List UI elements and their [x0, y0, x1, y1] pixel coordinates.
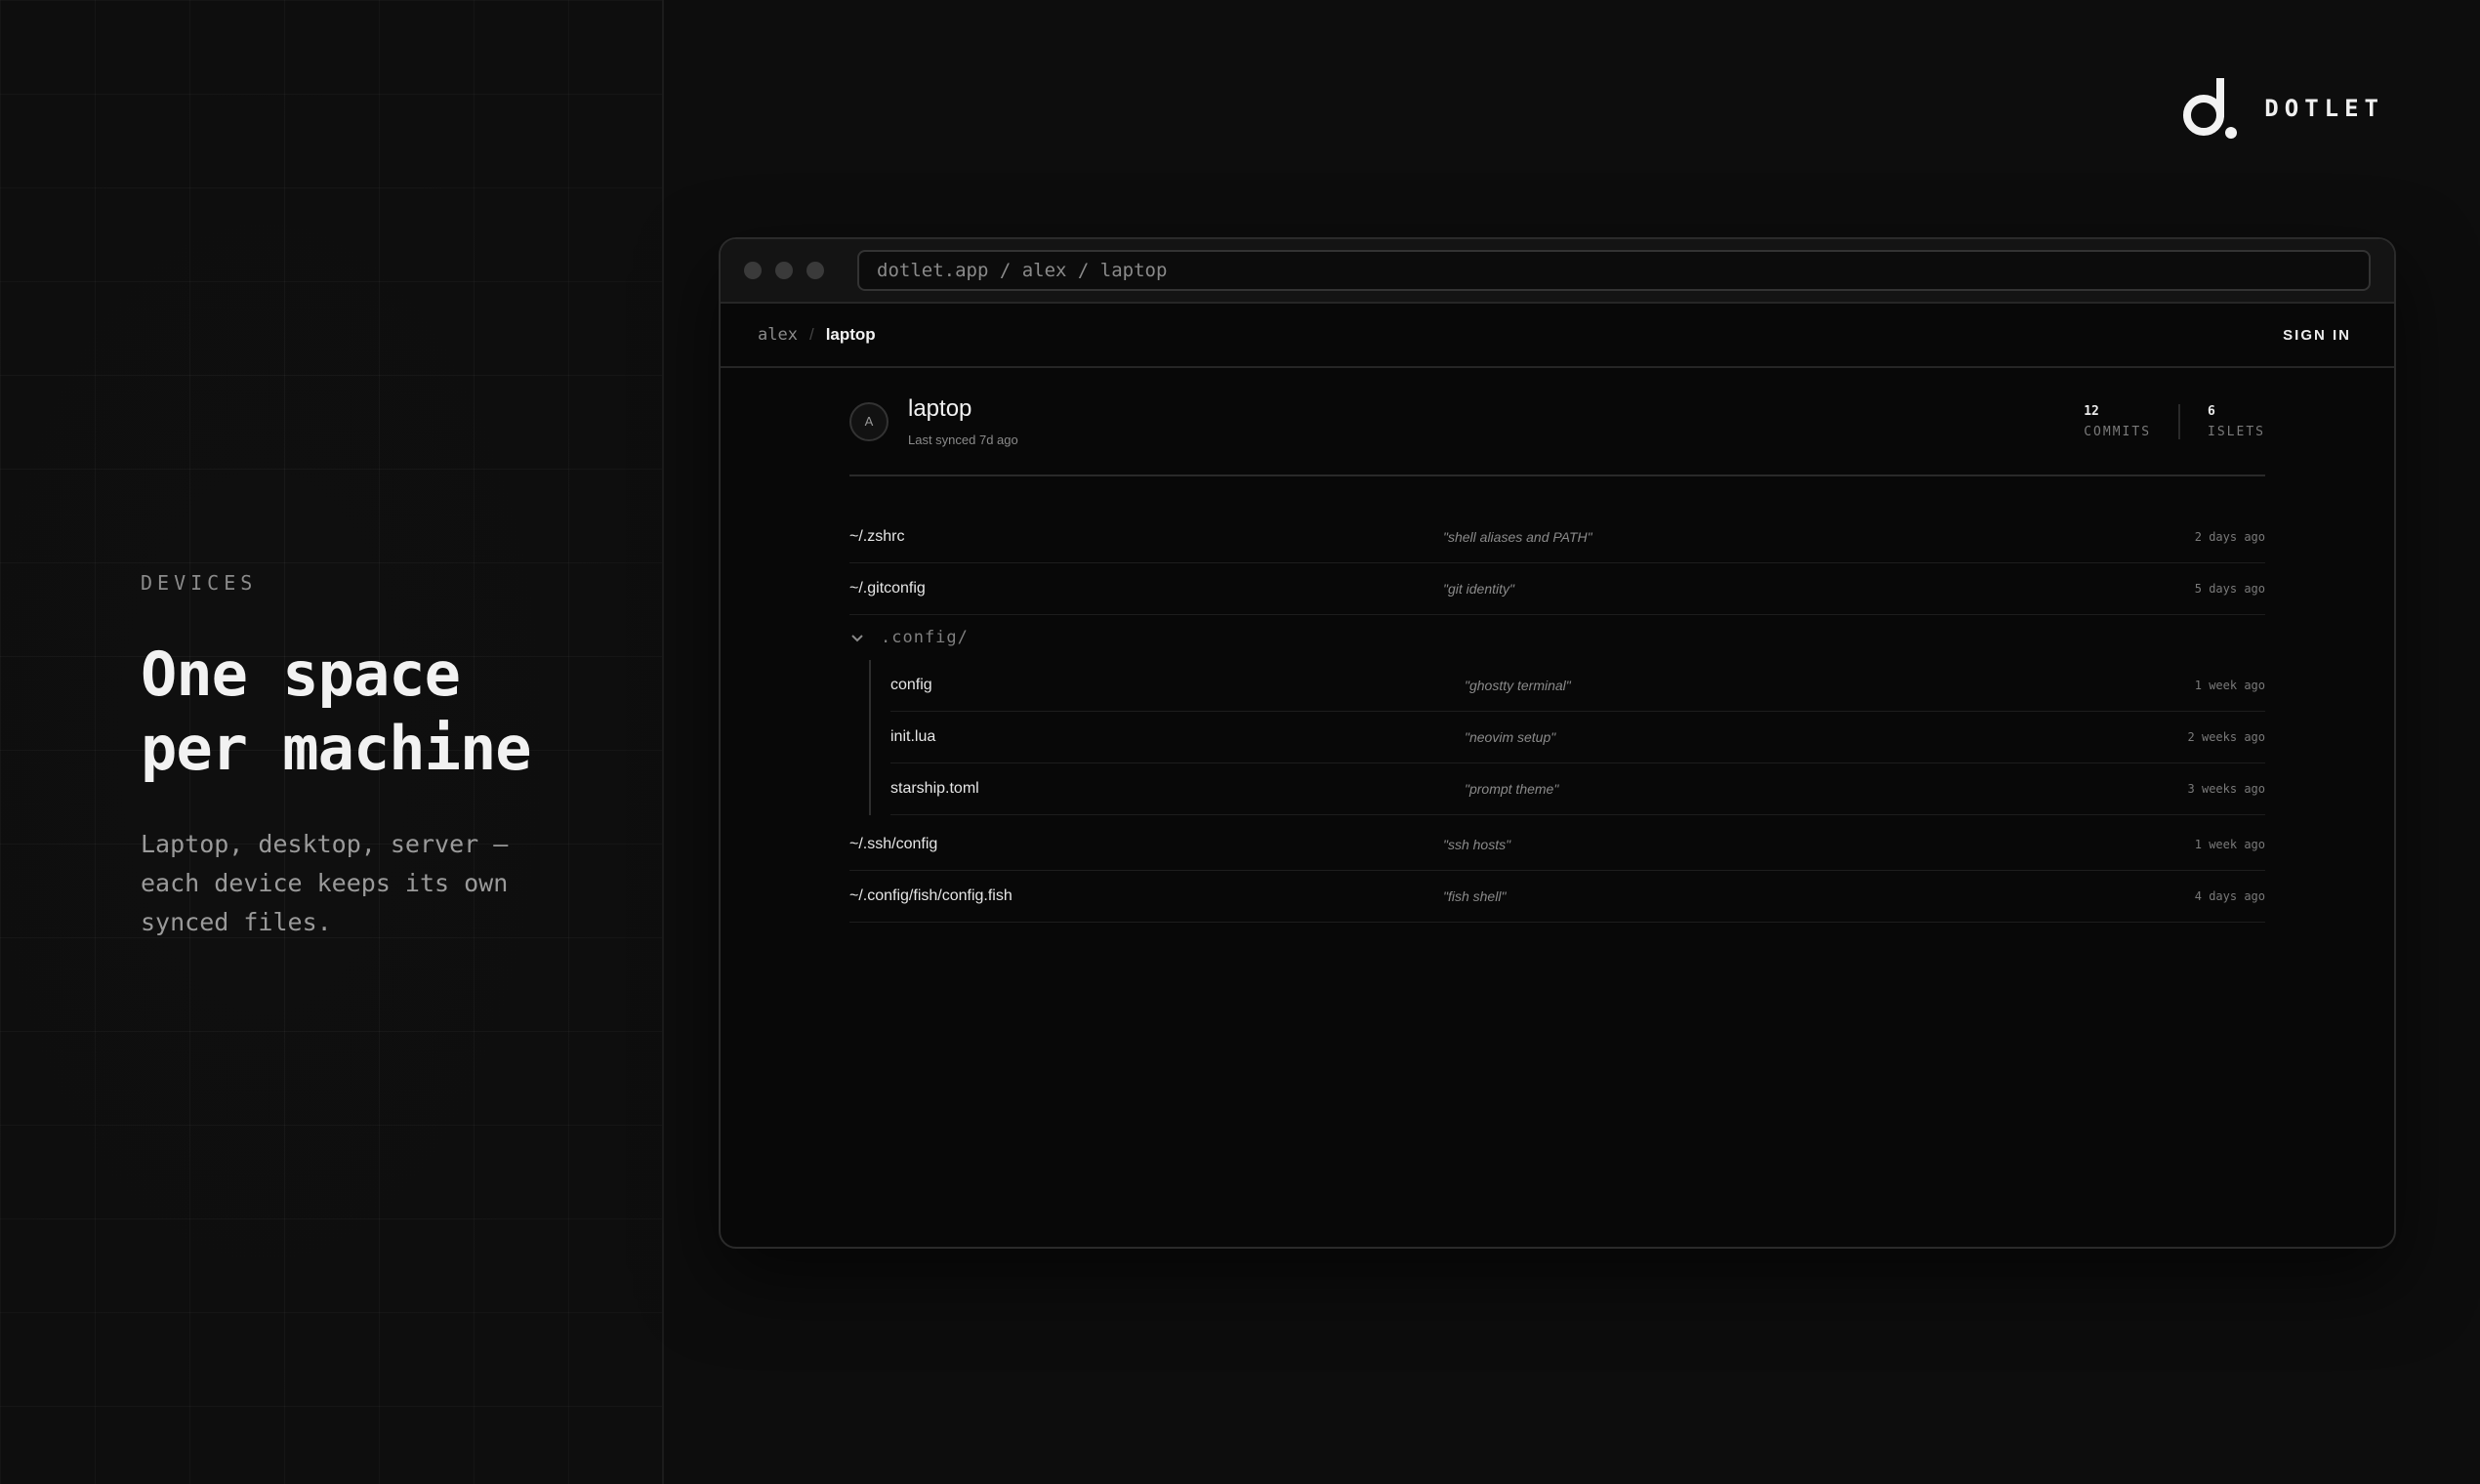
last-synced: Last synced 7d ago — [908, 433, 1018, 447]
file-row[interactable]: ~/.zshrc "shell aliases and PATH" 2 days… — [849, 512, 2265, 563]
file-list: ~/.zshrc "shell aliases and PATH" 2 days… — [849, 512, 2265, 923]
brand-name: DOTLET — [2264, 95, 2384, 122]
device-page: A laptop Last synced 7d ago 12 COMMITS 6… — [849, 395, 2265, 923]
chevron-down-icon — [851, 635, 863, 642]
breadcrumb: alex / laptop — [758, 325, 876, 345]
hero-title: One space per machine — [141, 639, 532, 784]
breadcrumb-separator: / — [808, 325, 814, 344]
file-row[interactable]: ~/.gitconfig "git identity" 5 days ago — [849, 563, 2265, 615]
stat-commits-label: COMMITS — [2084, 424, 2152, 439]
device-header: A laptop Last synced 7d ago 12 COMMITS 6… — [849, 395, 2265, 476]
section-eyebrow: DEVICES — [141, 571, 258, 595]
commit-message: "prompt theme" — [1465, 781, 1559, 797]
browser-titlebar: dotlet.app / alex / laptop — [721, 239, 2394, 304]
file-row[interactable]: config "ghostty terminal" 1 week ago — [890, 660, 2265, 712]
address-bar-url: dotlet.app / alex / laptop — [877, 260, 1168, 281]
file-timestamp: 1 week ago — [2194, 679, 2265, 692]
file-name: ~/.ssh/config — [849, 836, 938, 852]
brand[interactable]: DOTLET — [2180, 76, 2384, 141]
window-minimize-dot[interactable] — [775, 262, 793, 279]
device-name: laptop — [908, 395, 972, 422]
folder-name: .config/ — [881, 628, 969, 647]
dotlet-logo-icon — [2183, 78, 2238, 139]
file-timestamp: 5 days ago — [2194, 582, 2265, 596]
file-name: ~/.config/fish/config.fish — [849, 887, 1013, 904]
file-row[interactable]: starship.toml "prompt theme" 3 weeks ago — [890, 763, 2265, 815]
file-name: starship.toml — [890, 780, 979, 797]
commit-message: "ghostty terminal" — [1465, 678, 1571, 693]
folder-children: config "ghostty terminal" 1 week ago ini… — [869, 660, 2265, 815]
file-name: init.lua — [890, 728, 936, 745]
avatar: A — [849, 401, 889, 441]
file-timestamp: 2 days ago — [2194, 530, 2265, 544]
breadcrumb-user[interactable]: alex — [758, 325, 798, 345]
stat-commits[interactable]: 12 COMMITS — [2084, 403, 2181, 439]
commit-message: "neovim setup" — [1465, 729, 1556, 745]
file-name: ~/.gitconfig — [849, 580, 926, 597]
file-timestamp: 3 weeks ago — [2187, 782, 2265, 796]
file-timestamp: 1 week ago — [2194, 838, 2265, 851]
sign-in-button[interactable]: SIGN IN — [2277, 326, 2357, 345]
file-name: config — [890, 677, 932, 693]
file-row[interactable]: ~/.config/fish/config.fish "fish shell" … — [849, 871, 2265, 923]
file-row[interactable]: init.lua "neovim setup" 2 weeks ago — [890, 712, 2265, 763]
file-name: ~/.zshrc — [849, 528, 905, 545]
folder-toggle[interactable]: .config/ — [849, 615, 2265, 660]
commit-message: "git identity" — [1443, 581, 1514, 597]
file-timestamp: 2 weeks ago — [2187, 730, 2265, 744]
hero-section: DEVICES One space per machine Laptop, de… — [141, 571, 648, 942]
device-stats: 12 COMMITS 6 ISLETS — [2084, 403, 2265, 439]
address-bar[interactable]: dotlet.app / alex / laptop — [857, 250, 2371, 291]
app-header: alex / laptop SIGN IN — [721, 304, 2394, 368]
commit-message: "fish shell" — [1443, 888, 1507, 904]
file-row[interactable]: ~/.ssh/config "ssh hosts" 1 week ago — [849, 819, 2265, 871]
file-timestamp: 4 days ago — [2194, 889, 2265, 903]
commit-message: "shell aliases and PATH" — [1443, 529, 1592, 545]
window-maximize-dot[interactable] — [806, 262, 824, 279]
stat-islets-label: ISLETS — [2208, 424, 2265, 439]
window-close-dot[interactable] — [744, 262, 762, 279]
hero-description: Laptop, desktop, server — each device ke… — [141, 830, 509, 936]
browser-window: dotlet.app / alex / laptop alex / laptop… — [719, 237, 2396, 1249]
stat-commits-value: 12 — [2084, 403, 2099, 419]
breadcrumb-device[interactable]: laptop — [826, 325, 876, 345]
stat-islets[interactable]: 6 ISLETS — [2180, 404, 2265, 439]
commit-message: "ssh hosts" — [1443, 837, 1511, 852]
stat-islets-value: 6 — [2208, 403, 2215, 419]
